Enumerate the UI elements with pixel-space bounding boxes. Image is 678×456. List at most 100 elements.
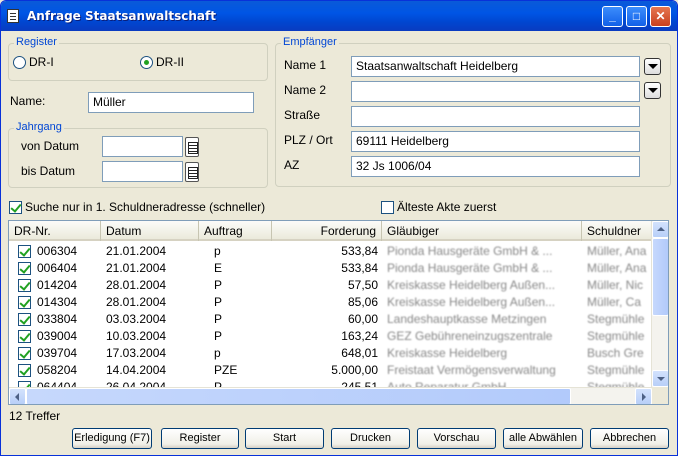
vertical-scroll-thumb[interactable] <box>652 238 668 316</box>
close-button[interactable]: ✕ <box>650 6 671 27</box>
cell-forderung: 5.000,00 <box>331 363 378 377</box>
table-row[interactable]: 006304 21.01.2004 p 533,84 Pionda Hausgeräte… <box>9 243 652 260</box>
row-checkbox[interactable] <box>18 364 31 377</box>
row-checkbox[interactable] <box>18 313 31 326</box>
table-row[interactable]: 033804 03.03.2004 P 60,00 Landeshauptkasse M… <box>9 311 652 328</box>
table-row[interactable]: 014204 28.01.2004 P 57,50 Kreiskasse Heidelb… <box>9 277 652 294</box>
scroll-down-icon[interactable] <box>652 370 668 387</box>
suche-checkbox[interactable] <box>9 201 22 214</box>
cell-glaeubiger: Freistaat Vermögensverwaltung <box>387 363 556 377</box>
von-datum-calendar-icon[interactable] <box>185 137 199 157</box>
cell-auftrag: P <box>214 278 223 292</box>
cell-glaeubiger: Kreiskasse Heidelberg <box>387 346 508 360</box>
name1-dropdown-icon[interactable] <box>644 58 661 75</box>
title-bar[interactable]: Anfrage Staatsanwaltschaft _ □ ✕ <box>1 1 677 31</box>
bis-datum-label: bis Datum <box>21 164 76 178</box>
horizontal-scrollbar[interactable] <box>9 387 652 404</box>
row-checkbox[interactable] <box>18 296 31 309</box>
cell-glaeubiger: Kreiskasse Heidelberg Außen... <box>387 295 556 309</box>
aelteste-label[interactable]: Älteste Akte zuerst <box>397 200 496 214</box>
cell-datum: 17.03.2004 <box>106 346 167 360</box>
alle-abwaehlen-button[interactable]: alle Abwählen <box>503 428 583 449</box>
register-dr1-radio[interactable] <box>13 56 26 69</box>
results-table[interactable]: DR-Nr. Datum Auftrag Forderung Gläubiger… <box>8 220 669 405</box>
treffer-count: 12 Treffer <box>9 409 61 423</box>
vorschau-button[interactable]: Vorschau <box>417 428 496 449</box>
cell-auftrag: p <box>214 346 221 360</box>
abbrechen-button[interactable]: Abbrechen <box>590 428 669 449</box>
window-title: Anfrage Staatsanwaltschaft <box>27 9 216 23</box>
col-datum[interactable]: Datum <box>101 221 199 241</box>
cell-schuldner: Müller, Nic <box>587 278 644 292</box>
cell-auftrag: P <box>214 329 223 343</box>
maximize-button[interactable]: □ <box>626 6 647 27</box>
table-row[interactable]: 014304 28.01.2004 P 85,06 Kreiskasse Heidelb… <box>9 294 652 311</box>
von-datum-input[interactable] <box>102 136 183 157</box>
document-app-icon <box>7 9 19 23</box>
bis-datum-calendar-icon[interactable] <box>185 162 199 182</box>
erledigung-button[interactable]: Erledigung (F7) <box>72 428 152 449</box>
table-row[interactable]: 006404 21.01.2004 E 533,84 Pionda Hausgeräte… <box>9 260 652 277</box>
cell-auftrag: p <box>214 244 221 258</box>
cell-glaeubiger: Kreiskasse Heidelberg Außen... <box>387 278 556 292</box>
table-row[interactable]: 039704 17.03.2004 p 648,01 Kreiskasse Heidel… <box>9 345 652 362</box>
name2-input[interactable] <box>351 81 640 102</box>
plz-ort-input[interactable]: 69111 Heidelberg <box>351 131 640 152</box>
row-checkbox[interactable] <box>18 330 31 343</box>
col-auftrag[interactable]: Auftrag <box>199 221 272 241</box>
horizontal-scroll-thumb[interactable] <box>26 388 571 404</box>
cell-datum: 28.01.2004 <box>106 295 167 309</box>
row-checkbox[interactable] <box>18 245 31 258</box>
table-row[interactable]: 058204 14.04.2004 PZE 5.000,00 Freistaat Ver… <box>9 362 652 379</box>
name2-dropdown-icon[interactable] <box>644 82 661 99</box>
name2-label: Name 2 <box>284 83 327 97</box>
dialog-window: Anfrage Staatsanwaltschaft _ □ ✕ Registe… <box>0 0 678 456</box>
suche-label[interactable]: Suche nur in 1. Schuldneradresse (schnel… <box>25 200 265 214</box>
name-input[interactable]: Müller <box>88 92 254 113</box>
scroll-left-icon[interactable] <box>9 388 26 404</box>
register-dr2-radio[interactable] <box>140 56 153 69</box>
cell-datum: 14.04.2004 <box>106 363 167 377</box>
scroll-corner <box>652 387 668 404</box>
jahrgang-group-label: Jahrgang <box>14 121 64 133</box>
az-label: AZ <box>284 158 300 172</box>
strasse-label: Straße <box>284 108 321 122</box>
aelteste-checkbox[interactable] <box>381 201 394 214</box>
cell-auftrag: E <box>214 261 223 275</box>
col-schuldner[interactable]: Schuldner <box>582 221 652 241</box>
cell-nr: 014204 <box>37 278 78 292</box>
register-dr2-label[interactable]: DR-II <box>156 55 184 69</box>
name1-label: Name 1 <box>284 58 327 72</box>
start-button[interactable]: Start <box>245 428 324 449</box>
strasse-input[interactable] <box>351 106 640 127</box>
row-checkbox[interactable] <box>18 279 31 292</box>
cell-nr: 006304 <box>37 244 78 258</box>
cell-forderung: 57,50 <box>347 278 378 292</box>
cell-forderung: 533,84 <box>341 244 378 258</box>
col-dr-nr[interactable]: DR-Nr. <box>9 221 101 241</box>
scroll-up-icon[interactable] <box>652 221 668 238</box>
col-forderung[interactable]: Forderung <box>272 221 382 241</box>
table-header: DR-Nr. Datum Auftrag Forderung Gläubiger… <box>9 221 652 241</box>
cell-schuldner: Busch Gre <box>587 346 644 360</box>
name1-input[interactable]: Staatsanwaltschaft Heidelberg <box>351 56 640 77</box>
cell-schuldner: Müller, Ana <box>587 261 647 275</box>
cell-glaeubiger: GEZ Gebühreneinzugszentrale <box>387 329 553 343</box>
bis-datum-input[interactable] <box>102 161 183 182</box>
von-datum-label: von Datum <box>21 139 80 153</box>
cell-schuldner: Stegmühle <box>587 363 645 377</box>
cell-nr: 039004 <box>37 329 78 343</box>
minimize-button[interactable]: _ <box>602 6 623 27</box>
col-glaeubiger[interactable]: Gläubiger <box>382 221 582 241</box>
cell-auftrag: P <box>214 295 223 309</box>
az-input[interactable]: 32 Js 1006/04 <box>351 156 640 177</box>
cell-forderung: 163,24 <box>341 329 378 343</box>
row-checkbox[interactable] <box>18 347 31 360</box>
drucken-button[interactable]: Drucken <box>331 428 410 449</box>
row-checkbox[interactable] <box>18 262 31 275</box>
register-button[interactable]: Register <box>161 428 239 449</box>
register-dr1-label[interactable]: DR-I <box>29 55 54 69</box>
vertical-scrollbar[interactable] <box>651 221 668 387</box>
scroll-right-icon[interactable] <box>635 388 652 404</box>
table-row[interactable]: 039004 10.03.2004 P 163,24 GEZ Gebühreneinzu… <box>9 328 652 345</box>
